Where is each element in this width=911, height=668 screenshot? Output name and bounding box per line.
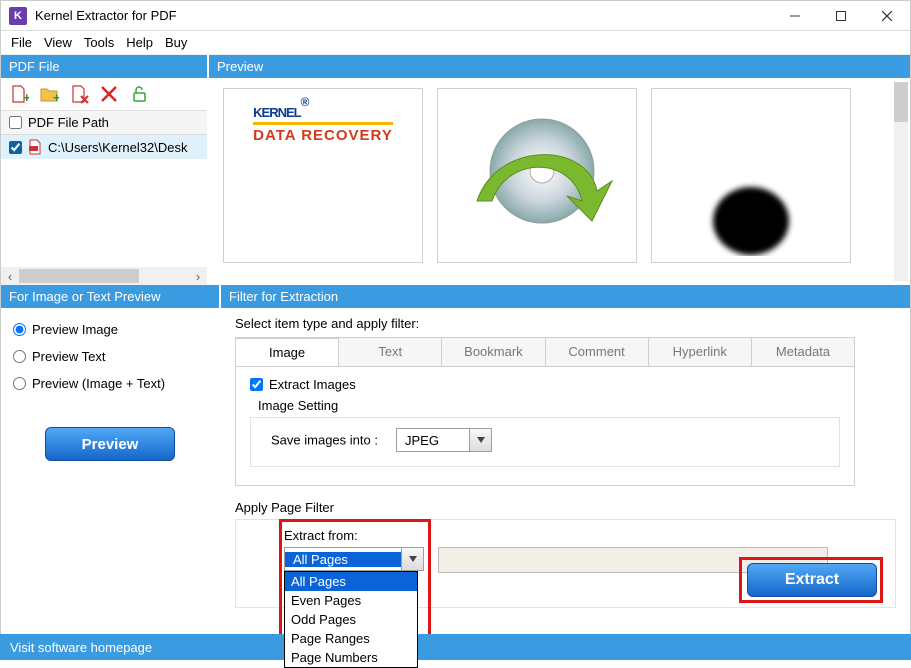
delete-icon[interactable] [99,84,119,104]
apply-page-filter-label: Apply Page Filter [235,500,896,515]
tree-row[interactable]: C:\Users\Kernel32\Desk [1,135,207,159]
svg-text:+: + [23,90,29,104]
section-filter: Filter for Extraction [221,285,910,308]
thumbnail-2[interactable] [437,88,637,263]
tree-header-checkbox[interactable] [9,116,22,129]
tab-hyperlink[interactable]: Hyperlink [649,338,752,366]
chevron-down-icon[interactable] [469,429,491,451]
filter-instruction: Select item type and apply filter: [235,316,896,331]
tree-row-checkbox[interactable] [9,141,22,154]
window-title: Kernel Extractor for PDF [35,8,177,23]
extract-images-checkbox[interactable]: Extract Images [250,377,840,392]
tree-hscrollbar[interactable]: ‹ › [1,267,207,285]
thumbnail-1[interactable]: KERNEL® DATA RECOVERY [223,88,423,263]
dd-odd-pages[interactable]: Odd Pages [285,610,417,629]
menu-buy[interactable]: Buy [159,33,193,52]
tab-image[interactable]: Image [236,338,339,366]
remove-file-icon[interactable] [69,84,89,104]
minimize-button[interactable] [772,1,818,31]
scroll-left-icon[interactable]: ‹ [1,267,19,285]
tree-header: PDF File Path [1,110,207,135]
dd-all-pages[interactable]: All Pages [285,572,417,591]
tree-row-path: C:\Users\Kernel32\Desk [48,140,187,155]
save-into-label: Save images into : [271,433,378,448]
logo-text-bottom: DATA RECOVERY [253,127,393,144]
footer-link[interactable]: Visit software homepage [0,634,911,660]
radio-preview-image[interactable]: Preview Image [13,322,207,337]
maximize-button[interactable] [818,1,864,31]
preview-button[interactable]: Preview [45,427,175,461]
tab-metadata[interactable]: Metadata [752,338,854,366]
tab-comment[interactable]: Comment [546,338,649,366]
menu-file[interactable]: File [5,33,38,52]
add-folder-icon[interactable]: + [39,84,59,104]
thumbnail-3[interactable] [651,88,851,263]
close-icon [882,11,892,21]
preview-vscrollbar[interactable] [894,82,908,281]
unlock-icon[interactable] [129,84,149,104]
page-filter-panel: Extract from: All Pages All Pages Even P… [235,519,896,608]
scroll-thumb[interactable] [19,269,139,283]
section-preview-choice: For Image or Text Preview [1,285,219,308]
tab-text[interactable]: Text [339,338,442,366]
add-file-icon[interactable]: + [9,84,29,104]
dd-page-numbers[interactable]: Page Numbers [285,648,417,667]
image-setting-label: Image Setting [258,398,840,413]
scroll-right-icon[interactable]: › [189,267,207,285]
extract-from-dropdown[interactable]: All Pages Even Pages Odd Pages Page Rang… [284,571,418,668]
minimize-icon [790,11,800,21]
radio-preview-text[interactable]: Preview Text [13,349,207,364]
menu-help[interactable]: Help [120,33,159,52]
titlebar: K Kernel Extractor for PDF [1,1,910,31]
tree-header-label: PDF File Path [28,115,109,130]
svg-text:+: + [53,90,59,104]
save-into-value: JPEG [397,433,469,448]
logo-text-top: KERNEL® [253,97,393,120]
section-preview: Preview [209,55,910,78]
section-pdf-file: PDF File [1,55,207,78]
app-icon: K [9,7,27,25]
maximize-icon [836,11,846,21]
dd-page-ranges[interactable]: Page Ranges [285,629,417,648]
tab-panel-image: Extract Images Image Setting Save images… [235,366,855,486]
highlight-extract [739,557,883,603]
pdf-file-icon [28,139,42,155]
file-toolbar: + + [1,78,207,110]
save-into-select[interactable]: JPEG [396,428,492,452]
close-button[interactable] [864,1,910,31]
radio-preview-both[interactable]: Preview (Image + Text) [13,376,207,391]
cd-arrow-icon [457,101,617,251]
preview-pane: KERNEL® DATA RECOVERY [209,78,910,285]
black-blob-icon [706,176,796,256]
menu-view[interactable]: View [38,33,78,52]
dd-even-pages[interactable]: Even Pages [285,591,417,610]
filter-tabs: Image Text Bookmark Comment Hyperlink Me… [235,337,855,366]
menubar: File View Tools Help Buy [1,31,910,55]
tab-bookmark[interactable]: Bookmark [442,338,545,366]
menu-tools[interactable]: Tools [78,33,120,52]
